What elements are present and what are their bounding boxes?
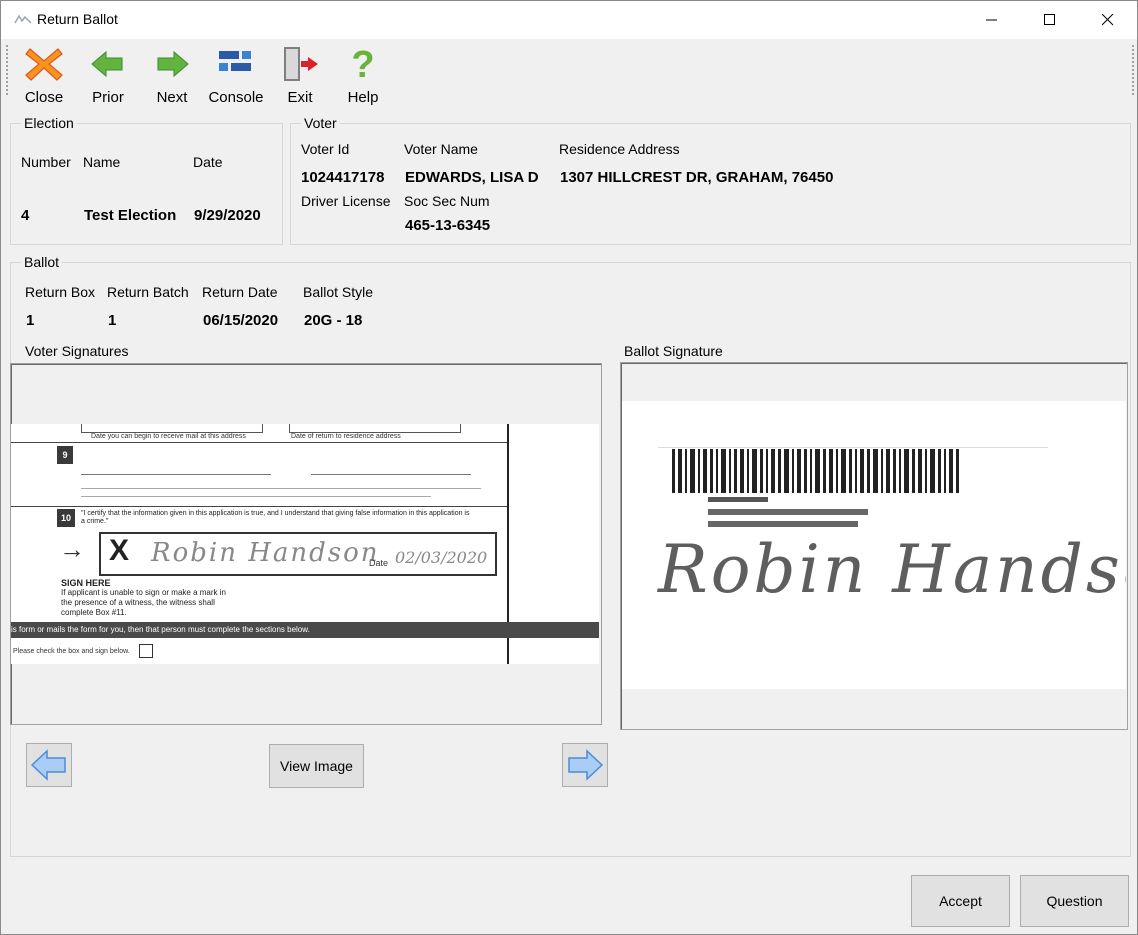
ballot-signature-label: Ballot Signature xyxy=(624,343,723,359)
form-date-value: 02/03/2020 xyxy=(395,548,488,567)
toolbar-grip-right xyxy=(1132,45,1134,97)
return-box-value: 1 xyxy=(26,312,35,329)
svg-text:?: ? xyxy=(351,45,374,83)
toolbar-close-label: Close xyxy=(24,89,64,106)
question-button[interactable]: Question xyxy=(1020,875,1129,927)
election-date-value: 9/29/2020 xyxy=(194,207,261,224)
barcode-graphic xyxy=(672,449,959,493)
arrow-left-green-icon xyxy=(91,50,123,78)
address-line-2 xyxy=(708,509,868,515)
return-ballot-window: Return Ballot Close Prior Next Console E… xyxy=(0,0,1138,935)
view-image-button[interactable]: View Image xyxy=(269,744,364,788)
arrow-left-icon xyxy=(30,749,66,781)
election-date-label: Date xyxy=(193,154,223,170)
election-name-value: Test Election xyxy=(84,207,177,224)
voter-handwritten-signature: Robin Handson xyxy=(151,538,380,568)
ballot-style-value: 20G - 18 xyxy=(304,312,363,329)
address-line-3 xyxy=(708,521,858,527)
toolbar-console-button[interactable]: Console xyxy=(207,45,265,106)
toolbar-next-button[interactable]: Next xyxy=(151,45,193,106)
toolbar-exit-button[interactable]: Exit xyxy=(279,45,321,106)
arrow-right-green-icon xyxy=(157,50,189,78)
form-date-label: Date xyxy=(369,558,389,568)
close-icon xyxy=(1102,14,1114,26)
voter-name-label: Voter Name xyxy=(404,141,478,157)
close-window-button[interactable] xyxy=(1079,1,1137,39)
election-group: Election xyxy=(10,115,283,245)
toolbar-help-button[interactable]: ? Help xyxy=(343,44,383,106)
voter-signature-image: Date you can begin to receive mail at th… xyxy=(11,424,599,664)
ballot-handwritten-signature: Robin Handson xyxy=(658,531,1126,608)
previous-signature-button[interactable] xyxy=(26,743,72,787)
toolbar-grip[interactable] xyxy=(6,45,8,97)
form-check-note: Please check the box and sign below. xyxy=(13,648,130,655)
maximize-button[interactable] xyxy=(1021,1,1079,39)
close-x-icon xyxy=(25,48,63,81)
voter-legend: Voter xyxy=(304,115,337,131)
ssn-value: 465-13-6345 xyxy=(405,217,491,234)
next-signature-button[interactable] xyxy=(562,743,608,787)
form-banner: is form or mails the form for you, then … xyxy=(11,622,599,638)
form-date-return-text: Date of return to residence address xyxy=(291,433,401,440)
question-mark-icon: ? xyxy=(351,44,374,86)
toolbar-prior-label: Prior xyxy=(92,89,124,106)
return-batch-value: 1 xyxy=(108,312,117,329)
accept-button[interactable]: Accept xyxy=(911,875,1010,927)
title-bar: Return Ballot xyxy=(1,1,1137,39)
election-number-value: 4 xyxy=(21,207,30,224)
window-title: Return Ballot xyxy=(37,11,118,27)
form-box-9: 9 xyxy=(57,446,73,464)
form-sign-note: If applicant is unable to sign or make a… xyxy=(61,588,226,617)
driver-license-label: Driver License xyxy=(301,193,391,209)
form-checkbox xyxy=(139,644,153,658)
toolbar-prior-button[interactable]: Prior xyxy=(87,45,129,106)
arrow-right-icon xyxy=(568,749,604,781)
return-date-value: 06/15/2020 xyxy=(203,312,279,329)
app-icon xyxy=(14,14,32,24)
return-batch-label: Return Batch xyxy=(107,284,189,300)
election-legend: Election xyxy=(24,115,74,131)
voter-name-value: EDWARDS, LISA D xyxy=(405,169,539,186)
maximize-icon xyxy=(1044,14,1055,25)
form-sign-here: SIGN HERE xyxy=(61,578,111,588)
ballot-signature-image: Robin Handson xyxy=(622,401,1126,689)
form-date-mail-text: Date you can begin to receive mail at th… xyxy=(91,433,246,440)
ballot-legend: Ballot xyxy=(24,254,60,270)
election-name-label: Name xyxy=(83,154,121,170)
voter-signatures-label: Voter Signatures xyxy=(25,343,129,359)
form-certify-text: "I certify that the information given in… xyxy=(81,510,470,525)
toolbar-console-label: Console xyxy=(208,89,264,106)
address-line-1 xyxy=(708,497,768,502)
voter-id-value: 1024417178 xyxy=(301,169,385,186)
console-icon xyxy=(219,51,251,71)
residence-address-label: Residence Address xyxy=(559,141,680,157)
form-arrow-mark: → xyxy=(59,534,85,564)
election-number-label: Number xyxy=(21,154,71,170)
voter-id-label: Voter Id xyxy=(301,141,350,157)
exit-door-icon xyxy=(284,47,318,81)
ssn-label: Soc Sec Num xyxy=(404,193,490,209)
form-x-mark: X xyxy=(109,534,130,567)
toolbar-next-label: Next xyxy=(156,89,188,106)
residence-address-value: 1307 HILLCREST DR, GRAHAM, 76450 xyxy=(560,169,834,186)
ballot-style-label: Ballot Style xyxy=(303,284,374,300)
minimize-icon xyxy=(986,19,997,21)
minimize-button[interactable] xyxy=(963,1,1021,39)
form-box-10: 10 xyxy=(57,509,75,527)
toolbar-close-button[interactable]: Close xyxy=(23,45,65,106)
toolbar-help-label: Help xyxy=(347,89,379,106)
toolbar-exit-label: Exit xyxy=(287,89,313,106)
voter-signature-panel[interactable]: Date you can begin to receive mail at th… xyxy=(10,363,602,725)
return-box-label: Return Box xyxy=(25,284,96,300)
return-date-label: Return Date xyxy=(202,284,278,300)
ballot-signature-panel[interactable]: Robin Handson xyxy=(620,362,1128,730)
